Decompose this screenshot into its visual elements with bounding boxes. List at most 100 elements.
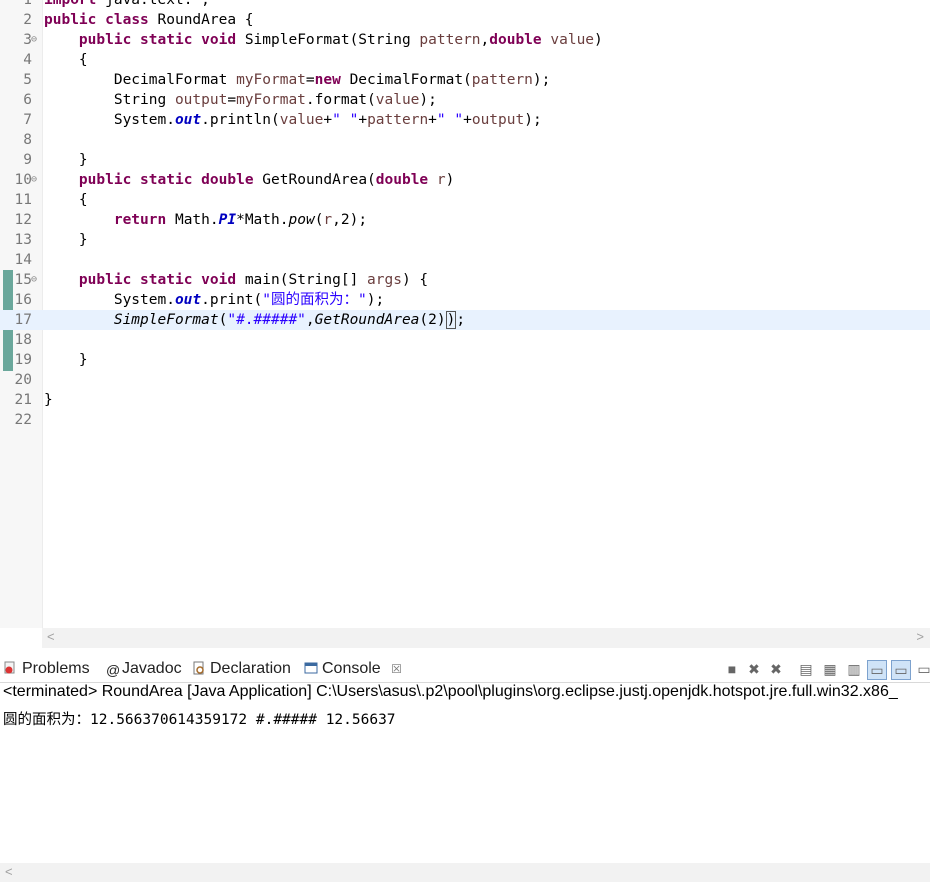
- code-token: static: [140, 172, 193, 188]
- code-token: ,: [305, 312, 315, 328]
- code-line[interactable]: 16 System.out.print("圆的面积为：");: [0, 290, 930, 310]
- line-number: 2: [23, 12, 32, 28]
- code-text[interactable]: System.out.println(value+" "+pattern+" "…: [44, 110, 542, 130]
- code-text[interactable]: public class RoundArea {: [44, 10, 254, 30]
- editor-horizontal-scrollbar[interactable]: < >: [42, 628, 930, 648]
- code-line[interactable]: 7 System.out.println(value+" "+pattern+"…: [0, 110, 930, 130]
- code-text[interactable]: {: [44, 190, 88, 210]
- code-token: return: [113, 212, 167, 228]
- line-number: 5: [23, 72, 32, 88]
- code-text[interactable]: String output=myFormat.format(value);: [44, 90, 437, 110]
- code-line[interactable]: 6 String output=myFormat.format(value);: [0, 90, 930, 110]
- console-horizontal-scrollbar[interactable]: <: [0, 863, 930, 882]
- code-text[interactable]: }: [44, 150, 88, 170]
- code-text[interactable]: public static void main(String[] args) {: [44, 270, 428, 290]
- code-token: System.: [44, 292, 175, 308]
- code-line[interactable]: 19 }: [0, 350, 930, 370]
- code-token: );: [366, 292, 385, 308]
- scroll-left-icon[interactable]: <: [47, 629, 55, 644]
- code-line[interactable]: 8: [0, 130, 930, 150]
- tab-declaration[interactable]: Declaration: [192, 656, 291, 682]
- code-line[interactable]: 22: [0, 410, 930, 430]
- code-token: ): [445, 172, 455, 188]
- code-text[interactable]: }: [44, 390, 53, 410]
- code-line[interactable]: 3 ⊖ public static void SimpleFormat(Strin…: [0, 30, 930, 50]
- code-text[interactable]: SimpleFormat("#.#####",GetRoundArea(2));: [44, 310, 465, 330]
- code-token: void: [201, 32, 237, 48]
- code-line[interactable]: 12 return Math.PI*Math.pow(r,2);: [0, 210, 930, 230]
- code-token: void: [201, 272, 237, 288]
- code-token: pattern: [471, 72, 533, 88]
- code-text[interactable]: }: [44, 350, 88, 370]
- close-tab-icon[interactable]: ☒: [391, 662, 402, 676]
- tab-javadoc[interactable]: @ Javadoc: [106, 656, 182, 682]
- code-text[interactable]: public static double GetRoundArea(double…: [44, 170, 454, 190]
- code-token: value: [279, 112, 324, 128]
- line-number: 12: [14, 212, 32, 228]
- code-line[interactable]: 9 }: [0, 150, 930, 170]
- code-text[interactable]: return Math.PI*Math.pow(r,2);: [44, 210, 367, 230]
- code-token: out: [174, 292, 202, 308]
- code-text[interactable]: DecimalFormat myFormat=new DecimalFormat…: [44, 70, 551, 90]
- code-line[interactable]: 14: [0, 250, 930, 270]
- code-line[interactable]: 21}: [0, 390, 930, 410]
- open-console-icon[interactable]: ▭: [915, 660, 930, 678]
- scroll-left-icon[interactable]: <: [5, 864, 13, 879]
- show-on-stdout-icon[interactable]: ▭: [867, 660, 887, 680]
- code-line[interactable]: 13 }: [0, 230, 930, 250]
- code-line[interactable]: 10 ⊖ public static double GetRoundArea(do…: [0, 170, 930, 190]
- console-icon: [304, 658, 318, 674]
- code-line[interactable]: 4 {: [0, 50, 930, 70]
- code-token: ): [594, 32, 603, 48]
- code-line[interactable]: 2 public class RoundArea {: [0, 10, 930, 30]
- code-token: );: [419, 92, 437, 108]
- code-token: {: [44, 192, 88, 208]
- code-text[interactable]: }: [44, 230, 88, 250]
- code-token: double: [375, 172, 429, 188]
- javadoc-icon: @: [106, 662, 121, 678]
- code-token: GetRoundArea(: [253, 172, 376, 188]
- clear-console-icon[interactable]: ▤: [797, 660, 815, 678]
- remove-launch-icon[interactable]: ✖: [745, 660, 763, 678]
- code-token: ,2);: [332, 212, 368, 228]
- code-line[interactable]: 5 DecimalFormat myFormat=new DecimalForm…: [0, 70, 930, 90]
- code-text[interactable]: public static void SimpleFormat(String p…: [44, 30, 603, 50]
- code-token: }: [44, 232, 88, 248]
- word-wrap-icon[interactable]: ▥: [845, 660, 863, 678]
- remove-all-terminated-icon[interactable]: ✖: [767, 660, 785, 678]
- tab-problems[interactable]: Problems: [4, 656, 90, 682]
- code-text[interactable]: {: [44, 50, 88, 70]
- terminate-icon[interactable]: ■: [723, 660, 741, 678]
- fold-toggle-icon[interactable]: ⊖: [31, 170, 41, 190]
- scroll-lock-icon[interactable]: ▦: [821, 660, 839, 678]
- problems-icon: [4, 658, 18, 674]
- code-text[interactable]: import java.text.*;: [44, 0, 210, 10]
- code-line[interactable]: 20: [0, 370, 930, 390]
- fold-toggle-icon[interactable]: ⊖: [31, 270, 41, 290]
- line-number: 4: [23, 52, 32, 68]
- fold-toggle-icon[interactable]: ⊖: [31, 30, 41, 50]
- code-token: ,: [480, 32, 490, 48]
- console-output[interactable]: 圆的面积为：12.566370614359172 #.##### 12.5663…: [3, 708, 396, 729]
- tab-console[interactable]: Console ☒: [304, 656, 402, 682]
- code-token: public: [78, 32, 132, 48]
- code-line[interactable]: 11 {: [0, 190, 930, 210]
- code-text[interactable]: System.out.print("圆的面积为：");: [44, 290, 384, 310]
- code-line[interactable]: 15 ⊖ public static void main(String[] arg…: [0, 270, 930, 290]
- code-line[interactable]: 1 import java.text.*;: [0, 0, 930, 10]
- line-number: 18: [14, 332, 32, 348]
- line-number: 22: [14, 412, 32, 428]
- code-line[interactable]: 17 SimpleFormat("#.#####",GetRoundArea(2…: [0, 310, 930, 330]
- code-token: Math.: [166, 212, 219, 228]
- show-on-stderr-icon[interactable]: ▭: [891, 660, 911, 680]
- code-token: "圆的面积为：": [262, 292, 367, 308]
- code-token: myFormat: [236, 72, 306, 88]
- code-editor[interactable]: 1 import java.text.*; 2 public class RoundA…: [0, 0, 930, 648]
- code-token: java.text.*;: [96, 0, 210, 8]
- scroll-right-icon[interactable]: >: [916, 629, 924, 644]
- code-line[interactable]: 18: [0, 330, 930, 350]
- code-token: System.: [44, 112, 175, 128]
